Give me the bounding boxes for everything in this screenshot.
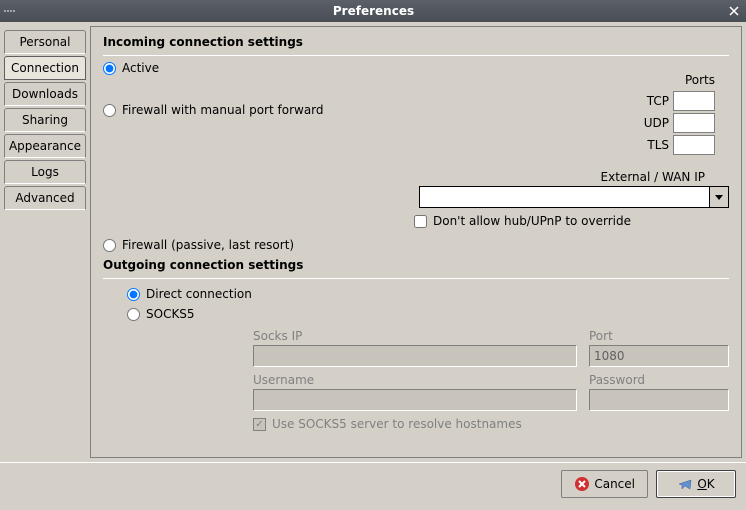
tab-logs[interactable]: Logs — [4, 160, 86, 184]
ok-label: OK — [697, 477, 714, 491]
socks-ip-label: Socks IP — [253, 329, 577, 343]
incoming-title: Incoming connection settings — [103, 35, 729, 49]
tls-label: TLS — [647, 138, 669, 152]
radio-active-row[interactable]: Active — [103, 61, 324, 75]
override-row[interactable]: Don't allow hub/UPnP to override — [103, 214, 729, 228]
footer: Cancel OK — [0, 462, 746, 504]
incoming-group: Incoming connection settings Active Fire… — [103, 35, 729, 252]
radio-firewall-forward-row[interactable]: Firewall with manual port forward — [103, 103, 324, 117]
socks-username-input — [253, 389, 577, 411]
window-title: Preferences — [21, 4, 726, 18]
sidebar: Personal Connection Downloads Sharing Ap… — [4, 26, 86, 458]
radio-firewall-passive-label: Firewall (passive, last resort) — [122, 238, 294, 252]
ok-icon — [677, 476, 693, 492]
override-checkbox[interactable] — [414, 215, 427, 228]
radio-firewall-passive-row[interactable]: Firewall (passive, last resort) — [103, 238, 729, 252]
tcp-port-input[interactable] — [673, 91, 715, 111]
ok-button[interactable]: OK — [656, 470, 736, 498]
ports-section: Ports TCP UDP TLS — [644, 73, 715, 155]
radio-socks-label: SOCKS5 — [146, 307, 195, 321]
divider — [103, 278, 729, 279]
udp-label: UDP — [644, 116, 669, 130]
radio-firewall-passive[interactable] — [103, 239, 116, 252]
radio-socks-row[interactable]: SOCKS5 — [127, 307, 729, 321]
tab-sharing[interactable]: Sharing — [4, 108, 86, 132]
content-area: Personal Connection Downloads Sharing Ap… — [0, 22, 746, 462]
radio-direct[interactable] — [127, 288, 140, 301]
radio-active[interactable] — [103, 62, 116, 75]
tab-connection[interactable]: Connection — [4, 56, 86, 80]
cancel-label: Cancel — [594, 477, 635, 491]
tls-port-input[interactable] — [673, 135, 715, 155]
ext-wan-dropdown-button[interactable] — [709, 186, 729, 208]
resolve-row: ✓ Use SOCKS5 server to resolve hostnames — [253, 417, 729, 431]
outgoing-title: Outgoing connection settings — [103, 258, 729, 272]
resolve-checkbox: ✓ — [253, 418, 266, 431]
ports-title: Ports — [644, 73, 715, 87]
tab-personal[interactable]: Personal — [4, 30, 86, 54]
radio-active-label: Active — [122, 61, 159, 75]
divider — [103, 55, 729, 56]
radio-direct-label: Direct connection — [146, 287, 252, 301]
ext-wan-label: External / WAN IP — [601, 170, 705, 184]
outgoing-group: Outgoing connection settings Direct conn… — [103, 258, 729, 431]
radio-firewall-forward-label: Firewall with manual port forward — [122, 103, 324, 117]
socks-port-label: Port — [589, 329, 729, 343]
udp-port-input[interactable] — [673, 113, 715, 133]
tls-row: TLS — [647, 135, 715, 155]
cancel-button[interactable]: Cancel — [561, 470, 648, 498]
ext-wan-combo[interactable] — [419, 186, 729, 208]
override-label: Don't allow hub/UPnP to override — [433, 214, 631, 228]
close-button[interactable] — [726, 3, 742, 19]
tab-appearance[interactable]: Appearance — [4, 134, 86, 158]
chevron-down-icon — [715, 195, 723, 200]
socks-ip-input — [253, 345, 577, 367]
main-panel: Incoming connection settings Active Fire… — [90, 26, 742, 458]
tab-downloads[interactable]: Downloads — [4, 82, 86, 106]
ext-wan-input[interactable] — [419, 186, 709, 208]
radio-socks[interactable] — [127, 308, 140, 321]
ext-wan-container: External / WAN IP — [103, 170, 729, 208]
socks-port-input — [589, 345, 729, 367]
tcp-row: TCP — [647, 91, 715, 111]
close-icon — [729, 6, 739, 16]
cancel-icon — [574, 476, 590, 492]
tcp-label: TCP — [647, 94, 669, 108]
titlebar: Preferences — [0, 0, 746, 22]
resolve-label: Use SOCKS5 server to resolve hostnames — [272, 417, 522, 431]
radio-firewall-forward[interactable] — [103, 104, 116, 117]
tab-advanced[interactable]: Advanced — [4, 186, 86, 210]
socks-username-label: Username — [253, 373, 577, 387]
socks-password-label: Password — [589, 373, 729, 387]
socks-password-input — [589, 389, 729, 411]
window-grip-icon — [4, 10, 15, 12]
udp-row: UDP — [644, 113, 715, 133]
radio-direct-row[interactable]: Direct connection — [127, 287, 729, 301]
socks-grid: Socks IP Port Username Password — [253, 329, 729, 431]
